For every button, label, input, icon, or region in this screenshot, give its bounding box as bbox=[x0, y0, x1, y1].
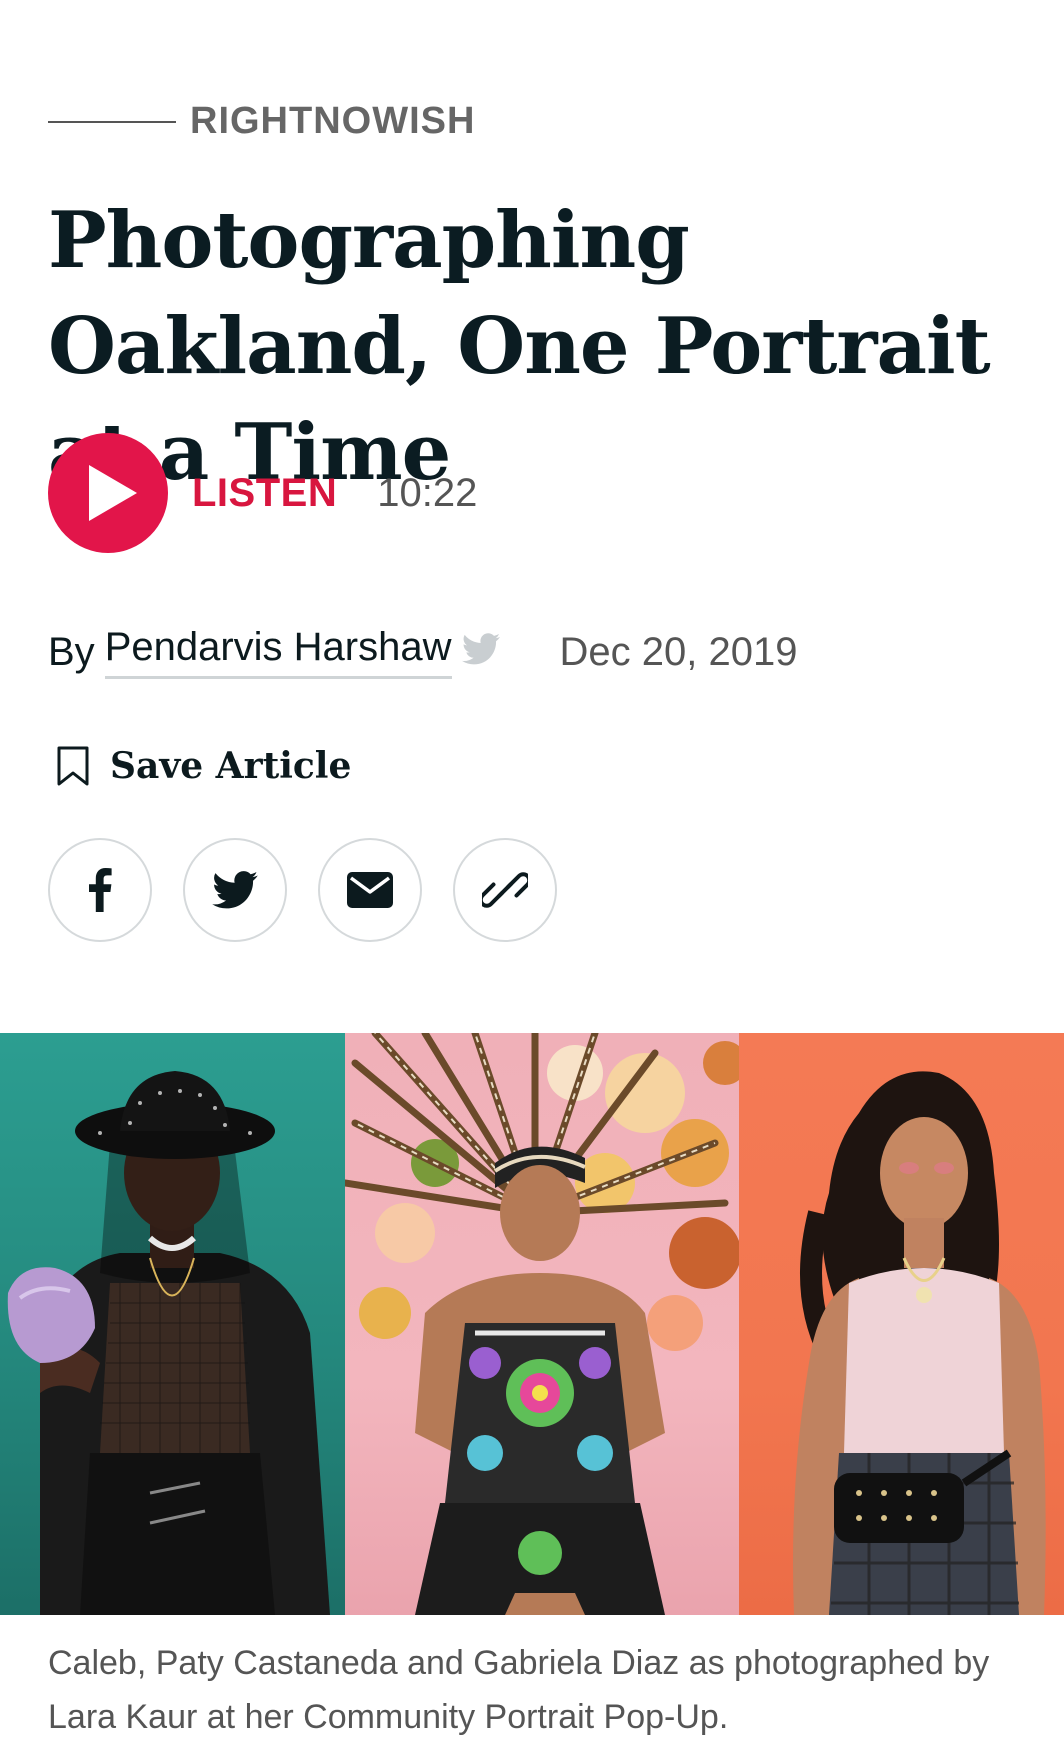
section-kicker[interactable]: RIGHTNOWISH bbox=[48, 100, 475, 143]
copy-link-button[interactable] bbox=[453, 838, 557, 942]
link-icon bbox=[482, 872, 528, 908]
facebook-icon bbox=[89, 868, 112, 912]
image-caption: Caleb, Paty Castaneda and Gabriela Diaz … bbox=[48, 1644, 990, 1736]
save-article-label: Save Article bbox=[110, 745, 352, 787]
publish-date: Dec 20, 2019 bbox=[559, 629, 798, 674]
play-icon bbox=[89, 465, 137, 521]
portrait-gabriela-diaz bbox=[739, 1033, 1064, 1615]
portrait-paty-castaneda bbox=[345, 1033, 739, 1615]
save-article-button[interactable]: Save Article bbox=[56, 745, 351, 787]
article-hero-image bbox=[0, 1033, 1064, 1615]
share-twitter-button[interactable] bbox=[183, 838, 287, 942]
bookmark-icon bbox=[57, 746, 89, 786]
share-facebook-button[interactable] bbox=[48, 838, 152, 942]
twitter-icon[interactable] bbox=[461, 633, 500, 665]
play-button[interactable] bbox=[48, 433, 168, 553]
byline-prefix: By bbox=[48, 629, 95, 674]
section-label[interactable]: RIGHTNOWISH bbox=[190, 100, 475, 143]
listen-label[interactable]: LISTEN bbox=[192, 471, 337, 516]
listen-duration: 10:22 bbox=[377, 470, 478, 515]
listen-player: LISTEN 10:22 bbox=[48, 433, 477, 553]
kicker-rule bbox=[48, 120, 176, 123]
envelope-icon bbox=[347, 872, 393, 908]
portrait-caleb bbox=[0, 1033, 345, 1615]
share-bar bbox=[48, 838, 588, 942]
byline: By Pendarvis Harshaw Dec 20, 2019 bbox=[48, 625, 797, 679]
author-link[interactable]: Pendarvis Harshaw bbox=[104, 625, 452, 679]
twitter-icon bbox=[212, 871, 258, 909]
share-email-button[interactable] bbox=[318, 838, 422, 942]
